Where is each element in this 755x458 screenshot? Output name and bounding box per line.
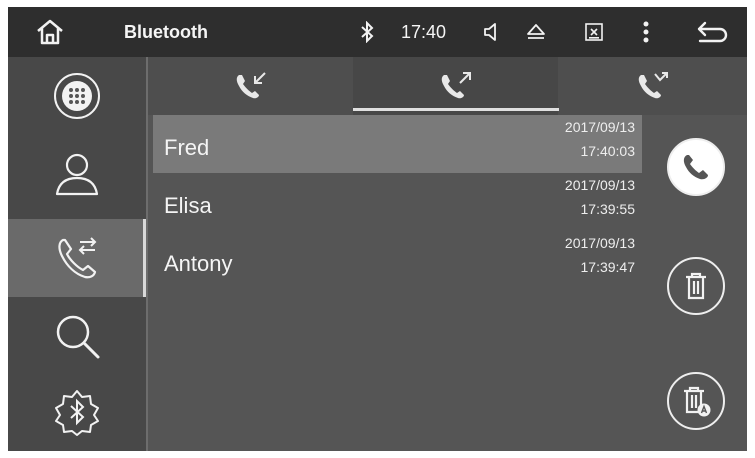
screen-off-icon[interactable] [581,7,607,57]
call-log-tabs [148,57,747,115]
sidebar-item-search[interactable] [8,297,146,375]
contact-name: Antony [164,251,233,276]
missed-call-icon [636,71,670,101]
delete-icon [683,271,709,301]
list-item[interactable]: Antony 2017/09/13 17:39:47 [153,231,642,289]
list-item[interactable]: Elisa 2017/09/13 17:39:55 [153,173,642,231]
call-icon [681,152,711,182]
call-date: 2017/09/13 [564,119,635,135]
bluetooth-settings-icon [53,388,101,436]
dialed-call-icon [439,71,473,101]
tab-dialed-calls[interactable] [353,57,558,115]
contact-name: Fred [164,135,210,160]
call-time: 17:39:47 [580,259,636,275]
sidebar-active-indicator [143,219,146,297]
contact-name: Elisa [164,193,212,218]
clock: 17:40 [401,21,447,42]
delete-all-icon [681,385,711,417]
search-icon [53,312,101,360]
call-date: 2017/09/13 [564,177,635,193]
dialpad-icon [52,71,102,121]
home-icon[interactable] [30,7,70,57]
tab-received-calls[interactable] [148,57,353,115]
call-log-icon [53,234,101,282]
sidebar-item-dialpad[interactable] [8,57,146,135]
volume-icon[interactable] [478,7,504,57]
sidebar-divider [146,57,148,451]
delete-button[interactable] [667,257,725,315]
sidebar-item-bluetooth-settings[interactable] [8,373,146,451]
sidebar-item-call-log[interactable] [8,219,146,297]
sidebar [8,57,146,451]
tab-active-indicator [353,108,559,111]
call-time: 17:39:55 [580,201,636,217]
tab-missed-calls[interactable] [558,57,747,115]
call-button[interactable] [667,138,725,196]
call-date: 2017/09/13 [564,235,635,251]
more-icon[interactable] [636,7,656,57]
delete-all-button[interactable] [667,372,725,430]
call-time: 17:40:03 [580,143,636,159]
eject-icon[interactable] [521,7,551,57]
app-title: Bluetooth [124,21,208,42]
received-call-icon [234,71,268,101]
list-item[interactable]: Fred 2017/09/13 17:40:03 [153,115,642,173]
contacts-icon [53,150,101,198]
bluetooth-icon [355,7,379,57]
status-bar: Bluetooth 17:40 [8,7,747,57]
bluetooth-screen: Bluetooth 17:40 Fred 2017/09/13 17:40:03… [8,7,747,451]
back-icon[interactable] [692,7,732,57]
sidebar-item-contacts[interactable] [8,135,146,213]
